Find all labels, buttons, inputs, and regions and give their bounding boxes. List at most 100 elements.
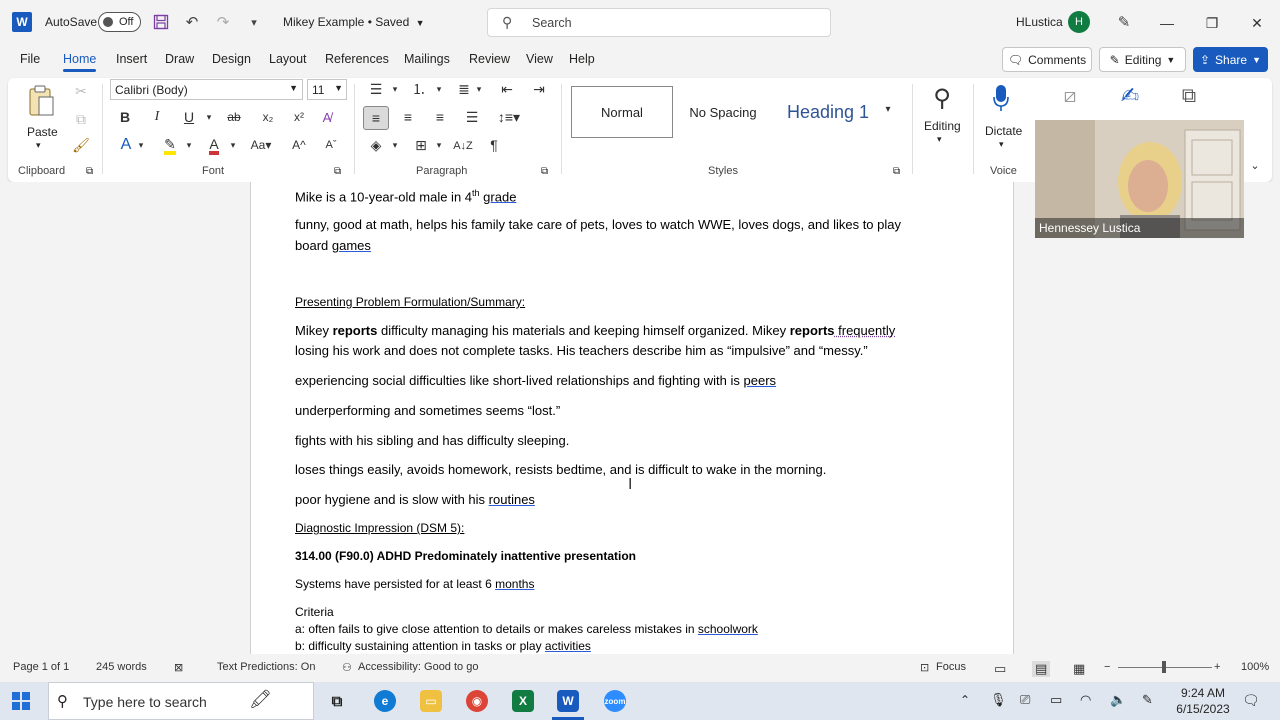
style-no-spacing[interactable]: No Spacing — [673, 86, 773, 138]
chevron-down-icon[interactable]: ▾ — [390, 80, 400, 98]
chevron-down-icon[interactable]: ▾ — [136, 136, 146, 154]
chevron-up-icon[interactable]: ⌃ — [960, 693, 970, 707]
align-center-icon[interactable]: ≡ — [398, 108, 418, 126]
format-painter-icon[interactable]: 🖌 — [72, 136, 90, 154]
tab-file[interactable]: File — [20, 52, 40, 66]
chevron-down-icon[interactable]: ▾ — [474, 80, 484, 98]
strikethrough-icon[interactable]: ab — [224, 108, 244, 126]
grow-font-icon[interactable]: A^ — [289, 136, 309, 154]
autosave-toggle[interactable]: Off — [98, 12, 141, 32]
borders-icon[interactable]: ⊞ — [411, 136, 431, 154]
sort-icon[interactable]: A↓Z — [452, 136, 474, 156]
chevron-down-icon[interactable]: ▾ — [184, 136, 194, 154]
close-icon[interactable]: ✕ — [1246, 12, 1268, 34]
restore-icon[interactable]: ❐ — [1201, 12, 1223, 34]
focus-button[interactable]: Focus — [936, 661, 966, 673]
line-spacing-icon[interactable]: ↕≡▾ — [494, 108, 524, 126]
bullets-icon[interactable]: ☰ — [366, 80, 386, 98]
document-title[interactable]: Mikey Example • Saved ▼ — [283, 15, 425, 29]
style-heading-1[interactable]: Heading 1 — [773, 86, 883, 138]
text-predictions[interactable]: Text Predictions: On — [217, 661, 315, 673]
increase-indent-icon[interactable]: ⇥ — [529, 80, 549, 98]
paste-button[interactable]: Paste — [27, 125, 58, 139]
taskbar-search-box[interactable]: ⚲ Type here to search 🖍 — [48, 682, 314, 720]
microphone-icon[interactable] — [986, 82, 1016, 114]
editor-icon[interactable]: ✍ — [1116, 82, 1144, 110]
word-icon[interactable]: W — [557, 690, 579, 712]
change-case-icon[interactable]: Aa▾ — [249, 136, 273, 154]
chevron-down-icon[interactable]: ▾ — [999, 139, 1004, 150]
tab-mailings[interactable]: Mailings — [404, 52, 450, 66]
font-color-icon[interactable]: A — [204, 136, 224, 156]
tab-draw[interactable]: Draw — [165, 52, 194, 66]
sensitivity-icon[interactable]: ⧄ — [1056, 82, 1084, 110]
tab-view[interactable]: View — [526, 52, 553, 66]
camera-tray-icon[interactable]: ⎚ — [1020, 692, 1030, 708]
chevron-down-icon[interactable]: ▾ — [204, 108, 214, 126]
text-effects-icon[interactable]: A — [116, 136, 136, 154]
font-size-select[interactable]: 11 ▼ — [307, 79, 347, 100]
align-left-icon[interactable]: ≡ — [363, 106, 389, 130]
page-count[interactable]: Page 1 of 1 — [13, 661, 69, 673]
zoom-slider-thumb[interactable] — [1162, 661, 1166, 673]
zoom-level[interactable]: 100% — [1241, 661, 1269, 673]
windows-start-icon[interactable] — [12, 692, 32, 712]
wifi-icon[interactable]: ◠ — [1080, 692, 1091, 708]
taskbar-date[interactable]: 6/15/2023 — [1173, 702, 1233, 716]
customize-qat-icon[interactable]: ▾ — [243, 11, 265, 33]
accessibility-status[interactable]: Accessibility: Good to go — [358, 661, 478, 673]
comments-button[interactable]: 🗨 Comments — [1002, 47, 1092, 72]
chrome-icon[interactable]: ◉ — [466, 690, 488, 712]
user-name[interactable]: HLustica — [1016, 15, 1063, 29]
decrease-indent-icon[interactable]: ⇤ — [497, 80, 517, 98]
search-box[interactable]: ⚲ Search — [487, 8, 831, 37]
dialog-launcher-icon[interactable]: ⧉ — [86, 166, 93, 177]
save-icon[interactable] — [150, 11, 172, 33]
highlight-icon[interactable]: ✎ — [160, 136, 180, 156]
font-family-select[interactable]: Calibri (Body) ▼ — [110, 79, 303, 100]
volume-icon[interactable]: 🔈 — [1110, 692, 1126, 708]
tab-home[interactable]: Home — [63, 52, 97, 72]
tab-review[interactable]: Review — [469, 52, 510, 66]
pilcrow-icon[interactable]: ¶ — [484, 136, 504, 154]
notifications-icon[interactable]: 🗨 — [1242, 692, 1260, 709]
dialog-launcher-icon[interactable]: ⧉ — [334, 166, 341, 177]
italic-icon[interactable]: I — [148, 108, 166, 126]
copy-icon[interactable]: ⧉ — [72, 110, 90, 128]
taskbar-time[interactable]: 9:24 AM — [1178, 686, 1228, 700]
pen-tray-icon[interactable]: ✎ — [1142, 692, 1153, 708]
subscript-icon[interactable]: x₂ — [258, 108, 278, 126]
reuse-files-icon[interactable]: ⧉ — [1174, 82, 1204, 110]
multilevel-list-icon[interactable]: ≣ — [454, 80, 474, 98]
tab-help[interactable]: Help — [569, 52, 595, 66]
justify-icon[interactable]: ☰ — [462, 108, 482, 126]
chevron-down-icon[interactable]: ▾ — [390, 136, 400, 154]
editing-mode-button[interactable]: ✎ Editing ▼ — [1099, 47, 1186, 72]
align-right-icon[interactable]: ≡ — [430, 108, 450, 126]
web-layout-icon[interactable]: ▦ — [1073, 661, 1085, 677]
bold-icon[interactable]: B — [116, 108, 134, 126]
chevron-down-icon[interactable]: ▾ — [434, 80, 444, 98]
document-page[interactable]: Mike is a 10-year-old male in 4th grade … — [250, 182, 1014, 654]
shading-icon[interactable]: ◈ — [366, 136, 386, 154]
find-icon[interactable]: ⚲ — [926, 82, 958, 114]
excel-icon[interactable]: X — [512, 690, 534, 712]
dialog-launcher-icon[interactable]: ⧉ — [893, 166, 900, 177]
proofing-icon[interactable]: ⊠ — [174, 661, 183, 674]
tab-layout[interactable]: Layout — [269, 52, 307, 66]
underline-icon[interactable]: U — [180, 108, 198, 126]
numbering-icon[interactable]: ⒈ — [409, 80, 429, 98]
dictate-button[interactable]: Dictate — [985, 124, 1022, 138]
word-count[interactable]: 245 words — [96, 661, 147, 673]
minimize-icon[interactable]: — — [1156, 12, 1178, 34]
avatar[interactable]: H — [1068, 11, 1090, 33]
zoom-in-icon[interactable]: + — [1214, 661, 1220, 673]
cut-icon[interactable]: ✂ — [72, 82, 90, 100]
share-button[interactable]: ⇪ Share ▼ — [1193, 47, 1268, 72]
microphone-tray-icon[interactable]: 🎙 — [990, 692, 1007, 708]
chevron-down-icon[interactable]: ▾ — [434, 136, 444, 154]
zoom-app-icon[interactable]: zoom — [604, 690, 626, 712]
style-normal[interactable]: Normal — [571, 86, 673, 138]
video-call-thumbnail[interactable]: Hennessey Lustica — [1035, 120, 1244, 238]
battery-icon[interactable]: ▭ — [1050, 692, 1062, 708]
